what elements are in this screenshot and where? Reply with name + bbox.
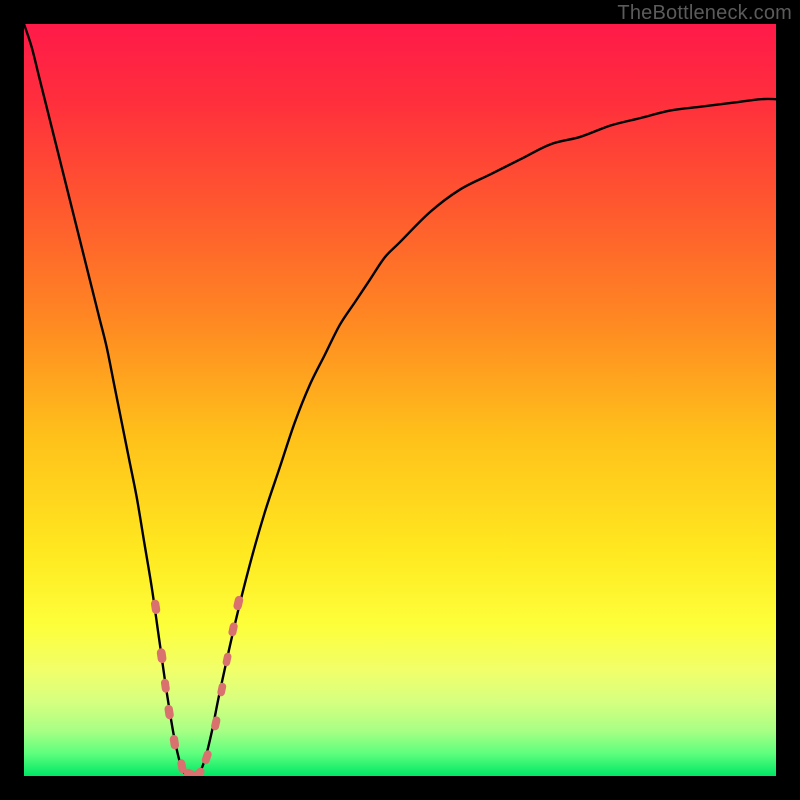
curve-marker: [222, 652, 232, 667]
curve-marker: [210, 716, 221, 731]
curve-marker: [201, 749, 213, 765]
bottleneck-curve: [24, 24, 776, 776]
curve-marker: [228, 622, 239, 637]
markers-group: [150, 595, 244, 776]
curve-marker: [164, 704, 174, 720]
curve-marker: [217, 682, 227, 697]
curve-marker: [156, 648, 167, 664]
curve-layer: [24, 24, 776, 776]
curve-marker: [150, 599, 160, 615]
curve-marker: [169, 734, 179, 750]
watermark-text: TheBottleneck.com: [617, 2, 792, 25]
curve-marker: [160, 678, 170, 693]
plot-frame: [24, 24, 776, 776]
